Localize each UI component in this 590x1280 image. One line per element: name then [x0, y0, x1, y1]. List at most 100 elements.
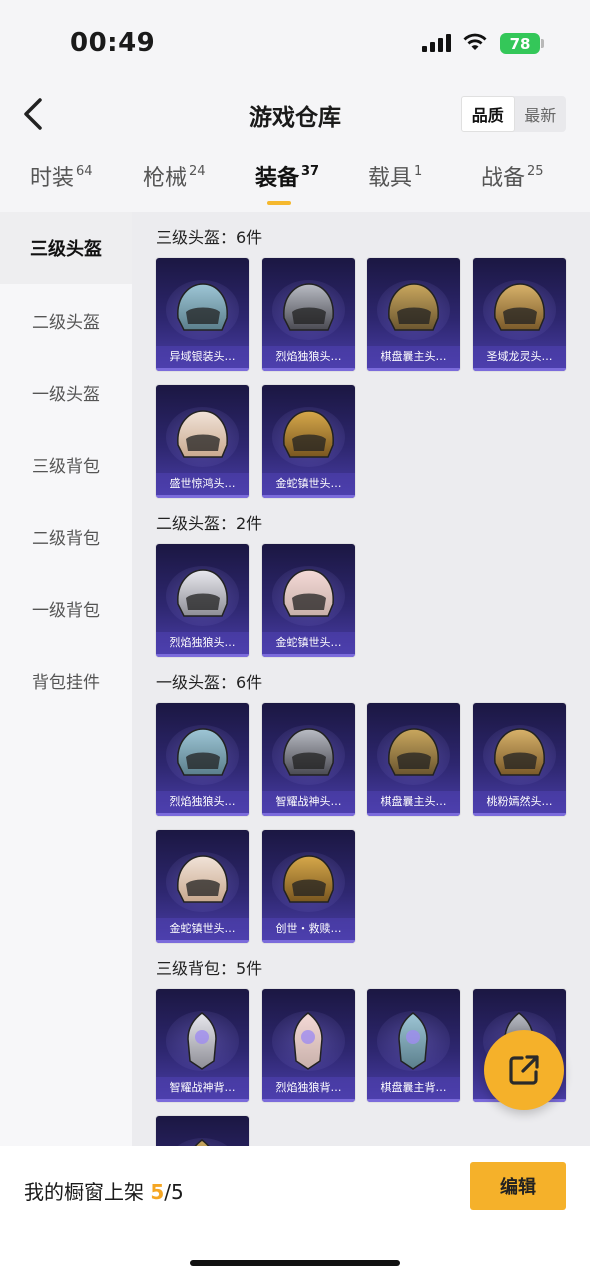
item-label: 棋盘曩主头…: [367, 346, 460, 368]
item-card[interactable]: 烈焰独狼背…: [262, 989, 355, 1102]
sort-quality-button[interactable]: 品质: [461, 96, 515, 132]
item-label: 智耀战神头…: [262, 791, 355, 813]
item-label: 圣域龙灵头…: [473, 346, 566, 368]
backpack-icon: [187, 1012, 217, 1070]
item-card[interactable]: 烈焰独狼头…: [156, 544, 249, 657]
nav-bar: 游戏仓库 品质 最新: [0, 88, 590, 140]
item-label: 盛世惊鸿头…: [156, 473, 249, 495]
status-time: 00:49: [70, 28, 156, 58]
battery-level: 78: [509, 34, 531, 53]
helmet-icon: [177, 728, 228, 776]
helmet-icon: [388, 728, 439, 776]
item-label: 金蛇镇世头…: [262, 632, 355, 654]
item-card[interactable]: 烈焰独狼头…: [262, 258, 355, 371]
sort-toggle: 品质 最新: [461, 96, 566, 132]
shelf-total-count: 5: [171, 1180, 184, 1204]
tab-label: 时装: [30, 166, 75, 191]
item-card[interactable]: 盛世惊鸿头…: [156, 385, 249, 498]
sidebar-item-level2-backpack[interactable]: 二级背包: [0, 500, 132, 572]
section-title: 二级头盔：2件: [156, 514, 263, 533]
sidebar-item-level3-backpack[interactable]: 三级背包: [0, 428, 132, 500]
tab-label: 枪械: [143, 166, 188, 191]
sidebar-item-level3-helmet[interactable]: 三级头盔: [0, 212, 132, 284]
tab-count: 24: [189, 164, 206, 179]
tab-fashion[interactable]: 时装 64: [30, 160, 93, 208]
status-bar: 00:49 78: [0, 0, 590, 88]
helmet-icon: [283, 283, 334, 331]
tab-count: 1: [414, 164, 423, 179]
backpack-icon: [293, 1012, 323, 1070]
tab-gear[interactable]: 战备 25: [481, 160, 544, 208]
item-label: 烈焰独狼头…: [262, 346, 355, 368]
shelf-label: 我的橱窗上架: [24, 1180, 144, 1204]
share-icon: [509, 1055, 539, 1085]
sort-latest-button[interactable]: 最新: [515, 96, 567, 132]
sidebar-item-level2-helmet[interactable]: 二级头盔: [0, 284, 132, 356]
sidebar-item-level1-helmet[interactable]: 一级头盔: [0, 356, 132, 428]
sidebar-item-level1-backpack[interactable]: 一级背包: [0, 572, 132, 644]
section-title: 三级背包：5件: [156, 959, 263, 978]
item-card[interactable]: 智耀战神头…: [262, 703, 355, 816]
edit-button[interactable]: 编辑: [470, 1162, 566, 1210]
chevron-left-icon: [24, 98, 42, 130]
helmet-icon: [283, 728, 334, 776]
section-title: 三级头盔：6件: [156, 228, 263, 247]
tab-count: 37: [301, 164, 320, 179]
helmet-icon: [494, 728, 545, 776]
backpack-icon: [398, 1012, 428, 1070]
item-label: 烈焰独狼头…: [156, 791, 249, 813]
bottom-bar: 我的橱窗上架 5/5 编辑: [0, 1146, 590, 1280]
helmet-icon: [283, 569, 334, 617]
helmet-icon: [283, 855, 334, 903]
sidebar-item-backpack-charm[interactable]: 背包挂件: [0, 644, 132, 716]
helmet-icon: [177, 855, 228, 903]
tab-guns[interactable]: 枪械 24: [143, 160, 206, 208]
home-indicator: [190, 1260, 400, 1266]
share-button[interactable]: [484, 1030, 564, 1110]
helmet-icon: [177, 410, 228, 458]
item-card[interactable]: 金蛇镇世头…: [156, 830, 249, 943]
item-card[interactable]: 智耀战神背…: [156, 989, 249, 1102]
battery-tip: [541, 39, 544, 48]
category-tabs: 时装 64 枪械 24 装备 37 载具 1 战备 25: [0, 160, 590, 212]
item-label: 棋盘曩主头…: [367, 791, 460, 813]
item-card[interactable]: 异域银装头…: [156, 258, 249, 371]
active-tab-indicator: [267, 201, 291, 205]
item-card[interactable]: 创世・救赎…: [262, 830, 355, 943]
tab-vehicles[interactable]: 载具 1: [368, 160, 422, 208]
item-card[interactable]: 烈焰独狼头…: [156, 703, 249, 816]
item-card[interactable]: [156, 1116, 249, 1146]
item-card[interactable]: 金蛇镇世头…: [262, 544, 355, 657]
item-label: 金蛇镇世头…: [156, 918, 249, 940]
helmet-icon: [494, 283, 545, 331]
battery-icon: 78: [500, 33, 540, 54]
item-label: 桃粉嫣然头…: [473, 791, 566, 813]
back-button[interactable]: [16, 92, 56, 136]
helmet-icon: [283, 410, 334, 458]
item-label: 异域银装头…: [156, 346, 249, 368]
tab-label: 装备: [255, 166, 300, 191]
section-title: 一级头盔：6件: [156, 673, 263, 692]
item-label: 烈焰独狼背…: [262, 1077, 355, 1099]
item-label: 棋盘曩主背…: [367, 1077, 460, 1099]
item-label: 金蛇镇世头…: [262, 473, 355, 495]
item-grid: 三级头盔：6件 二级头盔：2件 一级头盔：6件 三级背包：5件 异域银装头… 烈焰…: [132, 212, 590, 1146]
item-card[interactable]: 棋盘曩主头…: [367, 258, 460, 371]
item-label: 烈焰独狼头…: [156, 632, 249, 654]
item-card[interactable]: 金蛇镇世头…: [262, 385, 355, 498]
item-card[interactable]: 棋盘曩主头…: [367, 703, 460, 816]
cellular-signal-icon: [422, 34, 451, 52]
item-card[interactable]: 圣域龙灵头…: [473, 258, 566, 371]
item-label: 创世・救赎…: [262, 918, 355, 940]
shelf-status: 我的橱窗上架 5/5: [24, 1176, 184, 1205]
tab-label: 战备: [481, 166, 526, 191]
helmet-icon: [388, 283, 439, 331]
helmet-icon: [177, 283, 228, 331]
item-card[interactable]: 棋盘曩主背…: [367, 989, 460, 1102]
wifi-icon: [463, 33, 487, 50]
tab-label: 载具: [368, 166, 413, 191]
tab-count: 25: [527, 164, 544, 179]
item-card[interactable]: 桃粉嫣然头…: [473, 703, 566, 816]
backpack-icon: [194, 1139, 210, 1146]
helmet-icon: [177, 569, 228, 617]
